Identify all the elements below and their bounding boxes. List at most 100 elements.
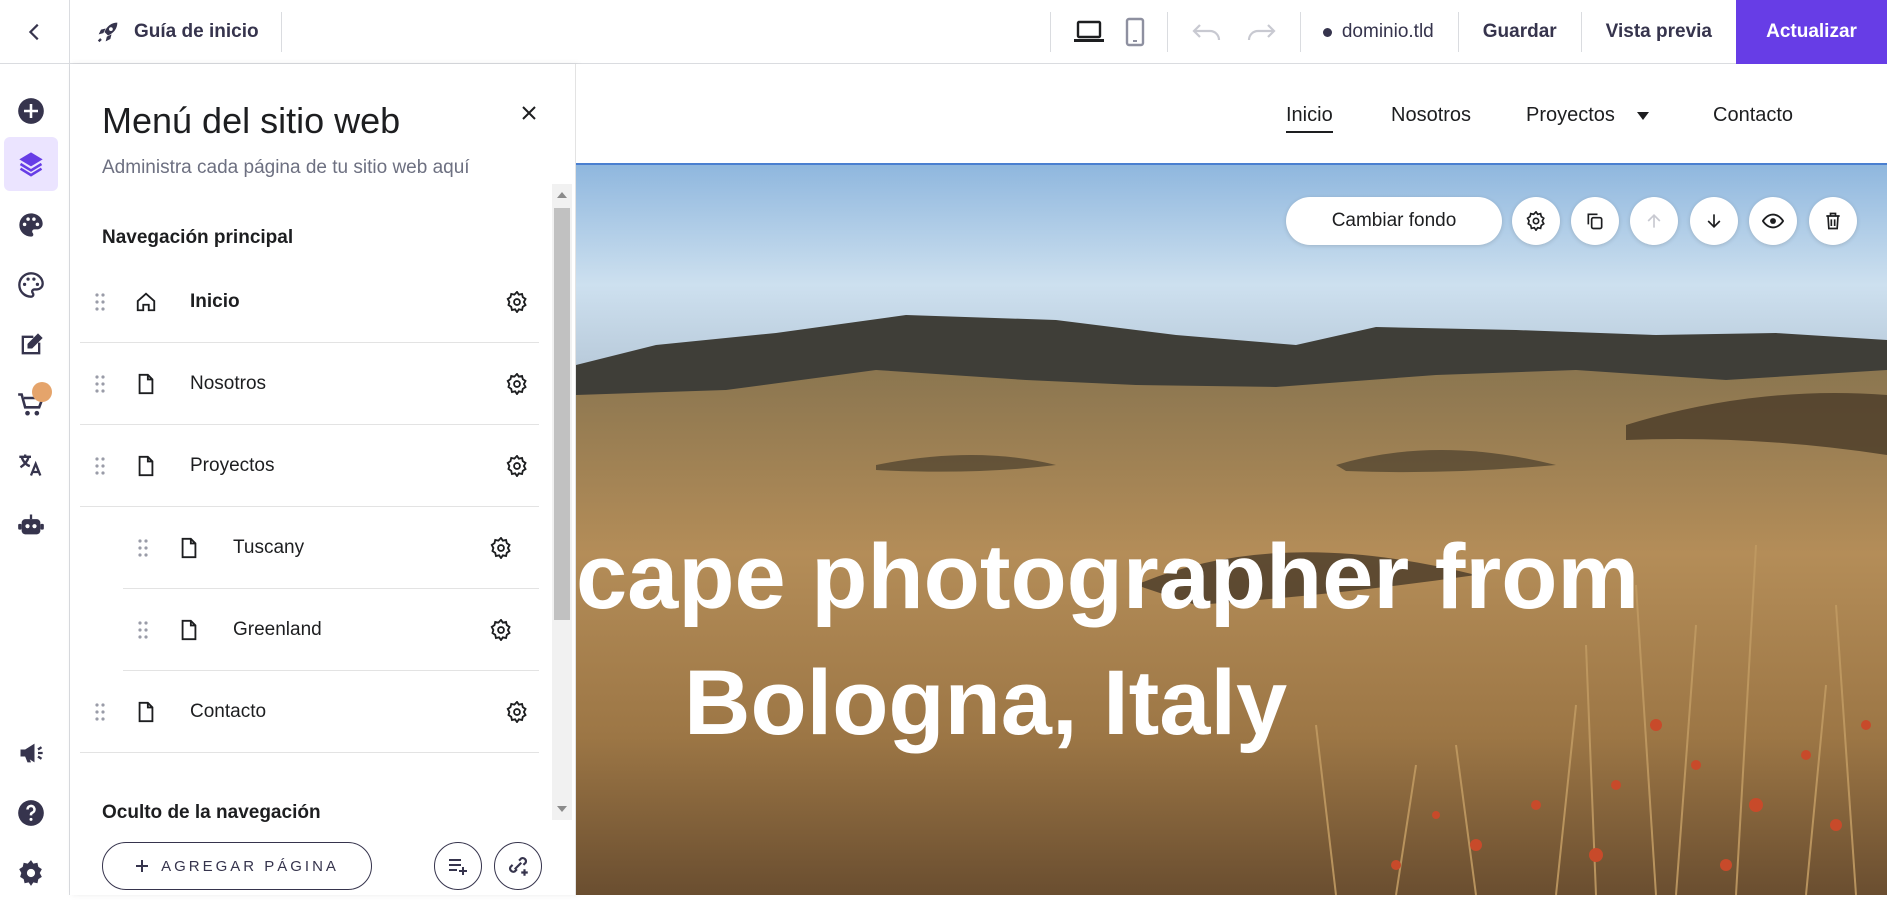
site-menu-panel: Menú del sitio web Administra cada págin…: [70, 64, 576, 895]
translate-button[interactable]: [4, 438, 58, 492]
add-link-button[interactable]: [494, 842, 542, 890]
megaphone-icon: [20, 743, 43, 763]
hide-section-button[interactable]: [1749, 197, 1797, 245]
scroll-down-icon[interactable]: [557, 806, 567, 812]
hero-title-line1[interactable]: cape photographer from: [576, 525, 1639, 630]
panel-subtitle: Administra cada página de tu sitio web a…: [102, 157, 470, 178]
styles-button[interactable]: [4, 198, 58, 252]
home-icon: [120, 291, 172, 313]
chevron-left-icon: [28, 23, 39, 40]
link-add-icon: [509, 857, 528, 876]
preview-button[interactable]: Vista previa: [1580, 12, 1736, 52]
add-link-list-button[interactable]: [434, 842, 482, 890]
page-label: Tuscany: [233, 536, 305, 558]
page-label: Proyectos: [190, 454, 275, 476]
page-icon: [120, 373, 172, 395]
gear-icon: [506, 454, 527, 477]
help-button[interactable]: [4, 786, 58, 840]
panel-scrollbar[interactable]: [552, 184, 572, 820]
close-button[interactable]: [514, 98, 544, 128]
page-label: Inicio: [190, 290, 240, 312]
gear-icon: [506, 372, 527, 395]
mobile-icon[interactable]: [1125, 17, 1145, 47]
scroll-thumb[interactable]: [554, 208, 570, 620]
history-controls: [1166, 12, 1300, 52]
ai-assistant-button[interactable]: [4, 498, 58, 552]
theme-button[interactable]: [4, 258, 58, 312]
save-button[interactable]: Guardar: [1457, 12, 1581, 52]
duplicate-section-button[interactable]: [1571, 197, 1619, 245]
site-header: Inicio Nosotros Proyectos Contacto: [576, 64, 1887, 165]
page-label: Contacto: [190, 700, 267, 722]
site-nav-contacto[interactable]: Contacto: [1713, 104, 1793, 127]
drag-handle-icon[interactable]: [123, 620, 163, 640]
redo-icon[interactable]: [1244, 21, 1278, 43]
page-settings-button[interactable]: [495, 454, 539, 477]
settings-button[interactable]: [4, 846, 58, 900]
copy-icon: [1587, 213, 1603, 230]
section-settings-button[interactable]: [1512, 197, 1560, 245]
gear-icon: [490, 618, 511, 641]
scroll-up-icon[interactable]: [557, 192, 567, 198]
page-row-contacto[interactable]: Contacto: [80, 671, 539, 753]
page-settings-button[interactable]: [479, 618, 523, 641]
eye-icon: [1762, 213, 1784, 229]
change-background-button[interactable]: Cambiar fondo: [1286, 197, 1502, 245]
page-icon: [163, 619, 215, 641]
laptop-icon[interactable]: [1073, 19, 1105, 45]
page-settings-button[interactable]: [495, 700, 539, 723]
site-nav-inicio[interactable]: Inicio: [1286, 104, 1333, 133]
page-row-greenland[interactable]: Greenland: [123, 589, 539, 671]
gear-icon: [506, 700, 527, 723]
page-row-inicio[interactable]: Inicio: [80, 261, 539, 343]
marketing-button[interactable]: [4, 726, 58, 780]
gear-icon: [19, 860, 42, 886]
drag-handle-icon[interactable]: [80, 702, 120, 722]
layers-button[interactable]: [4, 137, 58, 191]
delete-section-button[interactable]: [1809, 197, 1857, 245]
drag-handle-icon[interactable]: [123, 538, 163, 558]
page-settings-button[interactable]: [495, 372, 539, 395]
gear-icon: [1526, 211, 1545, 231]
page-label: Greenland: [233, 618, 322, 640]
move-down-button[interactable]: [1690, 197, 1738, 245]
edit-note-icon: [21, 333, 43, 355]
undo-icon[interactable]: [1190, 21, 1224, 43]
gear-icon: [506, 290, 527, 313]
move-up-button[interactable]: [1630, 197, 1678, 245]
page-row-tuscany[interactable]: Tuscany: [123, 507, 539, 589]
site-nav-nosotros[interactable]: Nosotros: [1391, 104, 1471, 127]
caret-down-icon[interactable]: [1636, 111, 1650, 121]
site-nav-proyectos[interactable]: Proyectos: [1526, 104, 1615, 127]
help-icon: [18, 800, 44, 826]
page-label: Nosotros: [190, 372, 267, 394]
palette-filled-icon: [19, 213, 43, 237]
top-bar: Guía de inicio dominio.tld Guardar Vista…: [0, 0, 1887, 64]
drag-handle-icon[interactable]: [80, 456, 120, 476]
status-dot: [1322, 27, 1332, 37]
store-button[interactable]: [4, 378, 58, 432]
page-row-proyectos[interactable]: Proyectos: [80, 425, 539, 507]
domain-indicator[interactable]: dominio.tld: [1299, 12, 1458, 52]
drag-handle-icon[interactable]: [80, 374, 120, 394]
page-row-nosotros[interactable]: Nosotros: [80, 343, 539, 425]
guide-button[interactable]: Guía de inicio: [70, 11, 282, 52]
left-rail: [0, 64, 70, 895]
hero-section[interactable]: cape photographer from Bologna, Italy Ca…: [576, 165, 1887, 895]
domain-label: dominio.tld: [1341, 21, 1434, 42]
add-page-button[interactable]: AGREGAR PÁGINA: [102, 842, 372, 890]
drag-handle-icon[interactable]: [80, 292, 120, 312]
add-page-label: AGREGAR PÁGINA: [161, 857, 339, 875]
page-settings-button[interactable]: [479, 536, 523, 559]
update-button[interactable]: Actualizar: [1736, 0, 1887, 64]
plus-circle-icon: [18, 98, 44, 124]
hero-title-line2[interactable]: Bologna, Italy: [684, 651, 1287, 756]
page-icon: [120, 455, 172, 477]
device-switcher: [1049, 12, 1167, 52]
plus-icon: [136, 860, 149, 872]
arrow-up-icon: [1647, 213, 1661, 228]
blog-button[interactable]: [4, 318, 58, 372]
page-settings-button[interactable]: [495, 290, 539, 313]
add-element-button[interactable]: [4, 84, 58, 138]
back-button[interactable]: [0, 0, 70, 64]
